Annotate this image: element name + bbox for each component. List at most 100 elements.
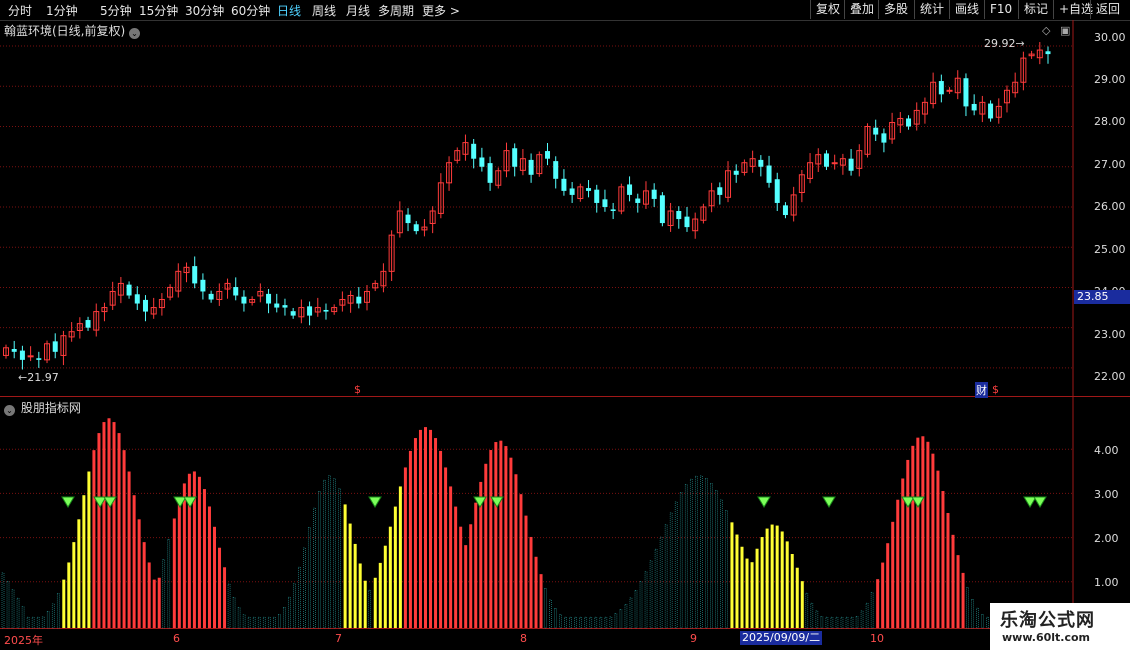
indicator-bar-teal [710, 483, 713, 629]
indicator-bar-teal [694, 475, 698, 629]
indicator-bar-red [906, 459, 910, 628]
candle-body-down [988, 103, 994, 119]
candle-body-down [471, 143, 477, 159]
chevron-down-icon[interactable]: ⌄ [4, 405, 15, 416]
indicator-bar-teal [664, 524, 668, 629]
indicator-bar-teal [559, 614, 562, 629]
indicator-bar-yellow [353, 543, 357, 628]
indicator-bar-red [429, 429, 433, 628]
indicator-bar-teal [318, 491, 321, 629]
signal-diamond-icon [368, 496, 382, 508]
indicator-bar-teal [599, 616, 603, 629]
signal-diamond-icon [1033, 496, 1047, 508]
indicator-bar-teal [609, 616, 613, 629]
indicator-bar-yellow [373, 577, 377, 628]
indicator-bar-teal [679, 492, 683, 629]
indicator-bar-teal [232, 597, 236, 629]
indicator-bar-teal [644, 571, 648, 629]
indicator-bar-red [881, 562, 885, 628]
indicator-bar-yellow [348, 523, 352, 628]
indicator-bar-teal [659, 536, 663, 629]
date-axis-label: 2025年 [4, 634, 43, 647]
indicator-bar-red [92, 450, 96, 628]
indicator-bar-red [152, 579, 156, 628]
indicator-bar-red [509, 457, 513, 628]
candle-body-down [85, 320, 91, 328]
indicator-bar-teal [41, 616, 45, 629]
indicator-bar-yellow [730, 522, 734, 628]
indicator-bar-yellow [393, 506, 397, 628]
indicator-bar-teal [21, 606, 25, 629]
indicator-bar-yellow [780, 531, 784, 628]
indicator-bar-teal [574, 616, 578, 629]
chart-canvas[interactable] [0, 0, 1130, 650]
indicator-bar-red [207, 506, 211, 628]
event-marker-dividend[interactable]: $ [992, 383, 999, 396]
price-axis-label: 23.00 [1094, 328, 1126, 341]
window-icon[interactable]: ▣ [1060, 24, 1070, 37]
candle-body-down [142, 299, 148, 312]
candle-body-down [553, 161, 559, 179]
low-price-marker: ←21.97 [18, 371, 59, 384]
candle-body-down [684, 216, 690, 228]
candle-body-down [52, 341, 58, 352]
candle-body-down [11, 348, 17, 352]
indicator-bar-teal [810, 602, 814, 629]
date-axis-label: 10 [870, 632, 884, 645]
indicator-bar-teal [649, 560, 653, 629]
indicator-bar-teal [167, 539, 171, 629]
indicator-bar-red [439, 450, 443, 628]
indicator-bar-teal [227, 583, 231, 629]
candle-body-down [266, 293, 272, 304]
indicator-bar-teal [966, 587, 969, 629]
high-price-marker: 29.92→ [984, 37, 1025, 50]
price-axis-label: 25.00 [1094, 243, 1126, 256]
indicator-bar-teal [51, 603, 55, 629]
candle-body-down [274, 303, 280, 308]
event-marker-finance[interactable]: 财 [975, 382, 988, 398]
indicator-bar-teal [267, 616, 271, 629]
indicator-bar-teal [981, 614, 984, 629]
price-axis-label: 30.00 [1094, 31, 1126, 44]
indicator-bar-red [916, 437, 920, 628]
indicator-bar-teal [589, 616, 593, 629]
date-axis-label: 8 [520, 632, 527, 645]
indicator-bar-teal [313, 507, 316, 629]
candle-body-down [610, 209, 616, 211]
indicator-bar-teal [564, 616, 567, 629]
indicator-bar-teal [338, 488, 341, 629]
indicator-bar-teal [674, 501, 678, 629]
current-price-tag: 23.85 [1074, 290, 1130, 304]
chevron-down-icon[interactable]: ⌄ [129, 28, 141, 39]
diamond-icon[interactable]: ◇ [1042, 24, 1050, 37]
indicator-bar-teal [805, 592, 809, 629]
candle-body-down [774, 179, 780, 203]
indicator-bar-yellow [760, 537, 764, 628]
indicator-bar-teal [554, 608, 557, 629]
candle-body-down [971, 103, 977, 111]
indicator-bar-red [931, 453, 935, 628]
indicator-bar-red [454, 506, 458, 628]
indicator-bar-teal [725, 510, 728, 629]
indicator-bar-yellow [755, 548, 759, 628]
indicator-bar-red [449, 486, 453, 628]
indicator-bar-red [911, 445, 915, 628]
indicator-bar-red [157, 577, 161, 628]
indicator-bar-teal [976, 607, 979, 629]
cursor-date-tag: 2025/09/09/二 [740, 631, 823, 645]
indicator-bar-teal [579, 616, 583, 629]
indicator-bar-teal [272, 616, 276, 629]
watermark-logo: 乐淘公式网 www.60lt.com [990, 603, 1130, 650]
indicator-bar-red [97, 433, 101, 628]
indicator-bar-teal [654, 548, 658, 629]
indicator-bar-red [926, 441, 930, 628]
indicator-bar-teal [333, 478, 336, 629]
indicator-bar-yellow [388, 526, 392, 628]
date-axis-label: 6 [173, 632, 180, 645]
indicator-bar-red [444, 467, 448, 628]
indicator-bar-red [132, 495, 136, 628]
event-marker-dividend[interactable]: $ [354, 383, 361, 396]
indicator-bar-yellow [790, 553, 794, 628]
indicator-bar-teal [870, 592, 874, 629]
indicator-bar-red [951, 534, 955, 628]
